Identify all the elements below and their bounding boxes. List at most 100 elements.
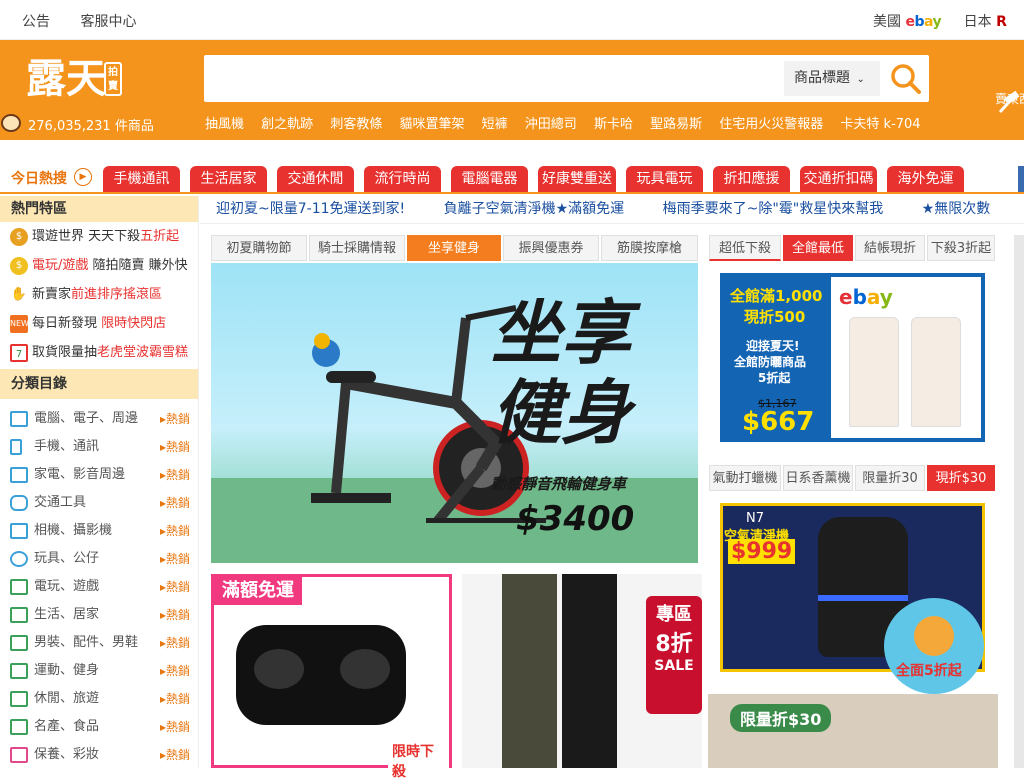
hot-link[interactable]: ▸熱銷	[160, 489, 190, 517]
marquee-link[interactable]: ★無限次數	[922, 201, 991, 217]
furniture-ad[interactable]: 限量折$30	[708, 694, 998, 768]
keyword-link[interactable]: 刺客教條	[330, 117, 382, 132]
rakuten-logo[interactable]: R	[996, 14, 1007, 30]
hot-zone-title: 熱門特區	[0, 196, 198, 222]
category-label: 名產、食品	[34, 719, 100, 734]
category-item[interactable]: 運動、健身 ▸熱銷	[0, 657, 198, 685]
announcement-link[interactable]: 公告	[22, 14, 50, 30]
promo-item[interactable]: ✋ 新賣家前進排序搖滾區	[0, 280, 198, 309]
pants-ad[interactable]: 專區 8折 SALE	[462, 574, 702, 768]
logo-text: 露天	[26, 55, 106, 102]
hot-tab[interactable]: 海外免運	[887, 166, 964, 192]
hot-tab[interactable]: 電腦電器	[451, 166, 528, 192]
promo-item[interactable]: $ 電玩/遊戲 隨拍隨賣 賺外快	[0, 251, 198, 280]
banner-tab[interactable]: 初夏購物節	[211, 235, 307, 261]
category-item[interactable]: 家電、影音周邊 ▸熱銷	[0, 461, 198, 489]
category-item[interactable]: 男裝、配件、男鞋 ▸熱銷	[0, 629, 198, 657]
promo-item[interactable]: 7 取貨限量抽老虎堂波霸雪糕	[0, 338, 198, 367]
hot-link[interactable]: ▸熱銷	[160, 741, 190, 769]
category-item[interactable]: 手機、通訊 ▸熱銷	[0, 433, 198, 461]
category-label: 手機、通訊	[34, 439, 100, 454]
earbuds-ad[interactable]: 滿額免運 限時下殺	[211, 574, 452, 783]
hot-link[interactable]: ▸熱銷	[160, 601, 190, 629]
category-item[interactable]: 保養、彩妝 ▸熱銷	[0, 741, 198, 769]
hot-link[interactable]: ▸熱銷	[160, 517, 190, 545]
banner-tab[interactable]: 振興優惠券	[503, 235, 599, 261]
hot-tab[interactable]: 流行時尚	[364, 166, 441, 192]
side-tab-active[interactable]: 現折$30	[927, 465, 995, 491]
side-tab[interactable]: 下殺3折起	[927, 235, 995, 261]
banner-tab[interactable]: 筋膜按摩槍	[601, 235, 698, 261]
hand-icon: ✋	[10, 285, 28, 304]
play-icon[interactable]: ▶	[74, 168, 92, 186]
side-tab[interactable]: 氣動打蠟機	[709, 465, 781, 491]
promo-item[interactable]: $ 環遊世界 天天下殺五折起	[0, 222, 198, 251]
japan-link[interactable]: 日本	[964, 14, 992, 30]
promo-item[interactable]: NEW 每日新發現 限時快閃店	[0, 309, 198, 338]
category-item[interactable]: 相機、攝影機 ▸熱銷	[0, 517, 198, 545]
hot-tab[interactable]: 交通折扣碼	[800, 166, 877, 192]
search-scope-select[interactable]: 商品標題 ⌄	[784, 61, 880, 96]
hot-link[interactable]: ▸熱銷	[160, 713, 190, 741]
search-button[interactable]	[886, 59, 926, 99]
hot-link[interactable]: ▸熱銷	[160, 629, 190, 657]
hot-link[interactable]: ▸熱銷	[160, 545, 190, 573]
side-tab[interactable]: 日系香薰機	[783, 465, 853, 491]
keyword-link[interactable]: 卡夫特 k-704	[840, 117, 920, 132]
banner-tab[interactable]: 騎士採購情報	[309, 235, 405, 261]
hot-tab[interactable]: 好康雙重送	[538, 166, 616, 192]
half-off-badge[interactable]: 全面5折起	[884, 598, 984, 694]
promo-highlight: 五折起	[140, 229, 180, 244]
banner-tab-active[interactable]: 坐享健身	[407, 235, 501, 261]
category-item[interactable]: 電腦、電子、周邊 ▸熱銷	[0, 405, 198, 433]
keyword-link[interactable]: 聖路易斯	[650, 117, 702, 132]
category-item[interactable]: 電玩、遊戲 ▸熱銷	[0, 573, 198, 601]
hot-label: 熱銷	[166, 580, 191, 594]
keyword-link[interactable]: 斯卡哈	[594, 117, 633, 132]
ebay-logo[interactable]: ebay	[905, 14, 941, 30]
side-tab[interactable]: 限量折30	[855, 465, 925, 491]
hot-link[interactable]: ▸熱銷	[160, 433, 190, 461]
hot-tab[interactable]: 玩具電玩	[626, 166, 703, 192]
category-item[interactable]: 交通工具 ▸熱銷	[0, 489, 198, 517]
hot-tab[interactable]: 折扣應援	[713, 166, 790, 192]
marquee-link[interactable]: 梅雨季要來了~除"霉"救星快來幫我	[663, 201, 884, 217]
ruten-logo[interactable]: 露天 拍賣	[26, 54, 122, 104]
keyword-link[interactable]: 住宅用火災警報器	[719, 117, 823, 132]
hot-tab[interactable]: 生活居家	[190, 166, 267, 192]
category-item[interactable]: 生活、居家 ▸熱銷	[0, 601, 198, 629]
hot-label: 熱銷	[166, 636, 191, 650]
hot-link[interactable]: ▸熱銷	[160, 685, 190, 713]
keyword-link[interactable]: 短褲	[482, 117, 508, 132]
hot-link[interactable]: ▸熱銷	[160, 461, 190, 489]
side-tab[interactable]: 超低下殺	[709, 235, 781, 261]
hot-keywords: 抽風機 創之軌跡 刺客教條 貓咪置筆架 短褲 沖田總司 斯卡哈 聖路易斯 住宅用…	[205, 113, 934, 132]
hot-link[interactable]: ▸熱銷	[160, 405, 190, 433]
customer-service-link[interactable]: 客服中心	[80, 14, 136, 30]
search-input[interactable]	[204, 55, 779, 102]
banner-headline-2: 健身	[491, 372, 631, 454]
keyword-link[interactable]: 貓咪置筆架	[399, 117, 464, 132]
sunscreen-ad[interactable]: 全館滿1,000 現折500 迎接夏天! 全館防曬商品 5折起 $1,167 $…	[720, 273, 985, 442]
keyword-link[interactable]: 創之軌跡	[261, 117, 313, 132]
main-banner[interactable]: 坐享 健身 動感靜音飛輪健身車 $3400	[211, 263, 698, 563]
hot-label: 熱銷	[166, 692, 191, 706]
category-item[interactable]: 名產、食品 ▸熱銷	[0, 713, 198, 741]
keyword-link[interactable]: 抽風機	[205, 117, 244, 132]
hot-label: 熱銷	[166, 720, 191, 734]
hot-link[interactable]: ▸熱銷	[160, 657, 190, 685]
category-item[interactable]: 休閒、旅遊 ▸熱銷	[0, 685, 198, 713]
keyword-link[interactable]: 沖田總司	[525, 117, 577, 132]
hot-tab[interactable]: 手機通訊	[103, 166, 180, 192]
camera-icon	[10, 522, 28, 539]
marquee-link[interactable]: 迎初夏~限量7-11免運送到家!	[216, 201, 405, 217]
search-bar: 商品標題 ⌄	[204, 55, 929, 102]
us-link[interactable]: 美國	[873, 14, 901, 30]
side-tab-active[interactable]: 全館最低	[783, 235, 853, 261]
hot-link[interactable]: ▸熱銷	[160, 573, 190, 601]
hot-tab[interactable]: 交通休閒	[277, 166, 354, 192]
category-item[interactable]: 玩具、公仔 ▸熱銷	[0, 545, 198, 573]
marquee-link[interactable]: 負離子空氣清淨機★滿額免運	[444, 201, 625, 217]
region-links: 美國 ebay 日本 R	[873, 11, 1007, 31]
side-tab[interactable]: 結帳現折	[855, 235, 925, 261]
